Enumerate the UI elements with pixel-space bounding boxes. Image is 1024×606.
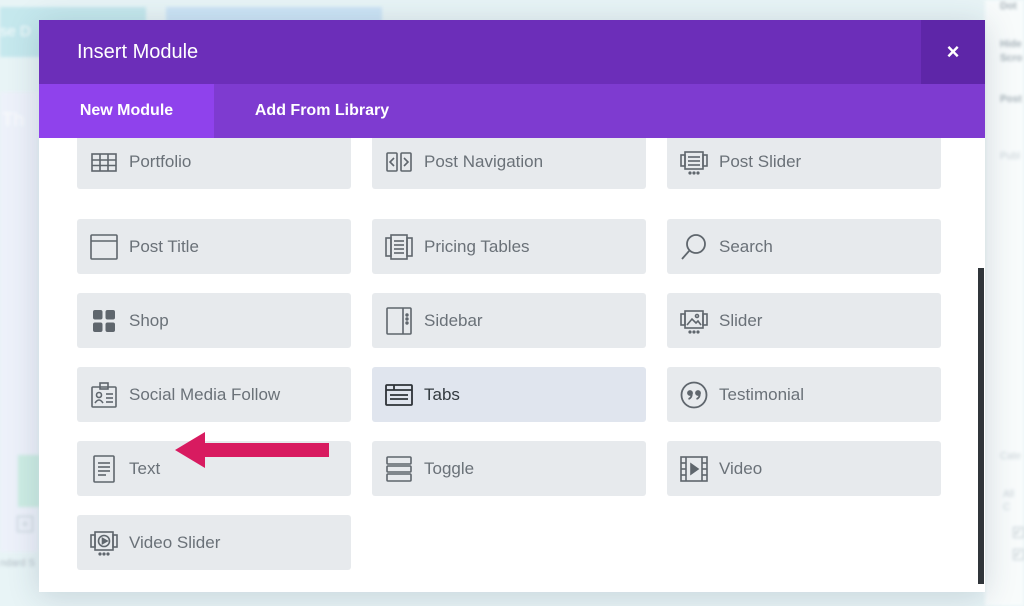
background-settings-panel bbox=[985, 0, 1024, 606]
module-label: Text bbox=[129, 458, 161, 478]
slider-icon bbox=[679, 306, 709, 336]
text-document-icon bbox=[89, 454, 119, 484]
scrollbar[interactable] bbox=[978, 268, 984, 584]
background-strip bbox=[18, 455, 40, 507]
settings-label: Cate bbox=[1000, 451, 1022, 462]
shop-icon bbox=[89, 306, 119, 336]
module-search[interactable]: Search bbox=[667, 219, 941, 274]
annotation-arrow-icon bbox=[175, 432, 329, 468]
insert-module-modal: Insert Module × New Module Add From Libr… bbox=[39, 20, 985, 592]
module-pricing-tables[interactable]: Pricing Tables bbox=[372, 219, 646, 274]
module-label: Tabs bbox=[424, 384, 460, 404]
module-post-navigation[interactable]: Post Navigation bbox=[372, 138, 646, 189]
settings-label: Dot bbox=[1000, 1, 1017, 12]
module-shop[interactable]: Shop bbox=[77, 293, 351, 348]
module-post-title[interactable]: Post Title bbox=[77, 219, 351, 274]
background-text: ndard S bbox=[0, 558, 36, 569]
video-slider-icon bbox=[89, 528, 119, 558]
module-label: Portfolio bbox=[129, 151, 192, 171]
module-toggle[interactable]: Toggle bbox=[372, 441, 646, 496]
modal-header: Insert Module × bbox=[39, 20, 985, 84]
social-follow-icon bbox=[89, 380, 119, 410]
module-slider[interactable]: Slider bbox=[667, 293, 941, 348]
checkbox-icon: ✓ bbox=[1013, 527, 1024, 538]
module-label: Post Title bbox=[129, 236, 199, 256]
settings-label: Publ bbox=[1000, 151, 1021, 162]
settings-label: Scro bbox=[1000, 53, 1023, 64]
tab-new-module[interactable]: New Module bbox=[39, 84, 214, 138]
module-label: Post Navigation bbox=[424, 151, 544, 171]
module-label: Search bbox=[719, 236, 773, 256]
module-sidebar[interactable]: Sidebar bbox=[372, 293, 646, 348]
toggle-icon bbox=[384, 454, 414, 484]
video-film-icon bbox=[679, 454, 709, 484]
module-label: Video Slider bbox=[129, 532, 221, 552]
settings-label: Hide bbox=[1000, 39, 1022, 50]
module-list: Portfolio Post Navigation Post Slider Po… bbox=[39, 138, 985, 592]
module-portfolio[interactable]: Portfolio bbox=[77, 138, 351, 189]
tab-add-from-library[interactable]: Add From Library bbox=[214, 84, 430, 138]
tab-bar: New Module Add From Library bbox=[39, 84, 985, 138]
module-label: Social Media Follow bbox=[129, 384, 281, 404]
plus-icon: + bbox=[17, 516, 33, 532]
portfolio-grid-icon bbox=[89, 147, 119, 177]
module-label: Testimonial bbox=[719, 384, 805, 404]
module-label: Pricing Tables bbox=[424, 236, 530, 256]
module-post-slider[interactable]: Post Slider bbox=[667, 138, 941, 189]
close-icon: × bbox=[946, 39, 960, 64]
background-tab-text: se D bbox=[0, 23, 31, 40]
checkbox-icon: ✓ bbox=[1013, 549, 1024, 560]
pricing-tables-icon bbox=[384, 232, 414, 262]
post-navigation-icon bbox=[384, 147, 414, 177]
module-label: Toggle bbox=[424, 458, 475, 478]
settings-label: All C bbox=[1003, 489, 1015, 513]
post-slider-icon bbox=[679, 147, 709, 177]
post-title-icon bbox=[89, 232, 119, 262]
module-label: Shop bbox=[129, 310, 169, 330]
close-button[interactable]: × bbox=[921, 20, 985, 84]
module-video[interactable]: Video bbox=[667, 441, 941, 496]
sidebar-icon bbox=[384, 306, 414, 336]
module-social-media-follow[interactable]: Social Media Follow bbox=[77, 367, 351, 422]
module-label: Post Slider bbox=[719, 151, 802, 171]
module-label: Slider bbox=[719, 310, 763, 330]
module-tabs[interactable]: Tabs bbox=[372, 367, 646, 422]
settings-label: Post bbox=[1000, 94, 1022, 105]
background-panel-text: Th bbox=[2, 110, 25, 131]
module-video-slider[interactable]: Video Slider bbox=[77, 515, 351, 570]
modal-title: Insert Module bbox=[77, 41, 199, 63]
testimonial-quote-icon bbox=[679, 380, 709, 410]
module-label: Sidebar bbox=[424, 310, 483, 330]
tabs-icon bbox=[384, 380, 414, 410]
module-label: Video bbox=[719, 458, 763, 478]
module-testimonial[interactable]: Testimonial bbox=[667, 367, 941, 422]
search-icon bbox=[679, 232, 709, 262]
